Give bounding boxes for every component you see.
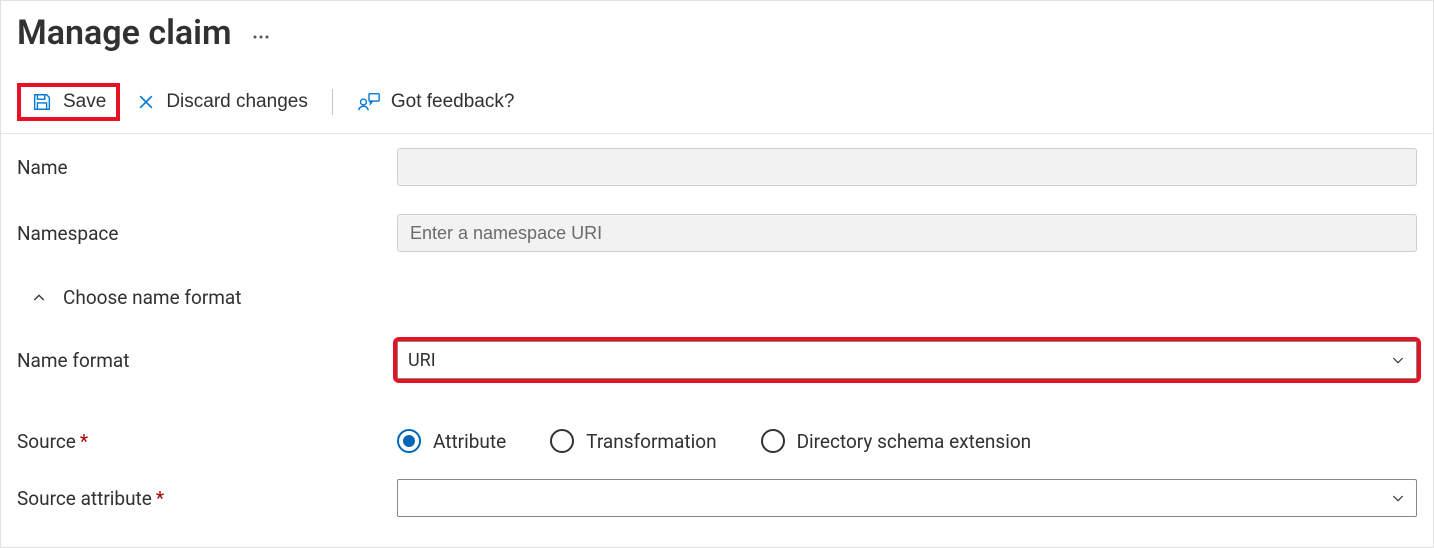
page-title: Manage claim: [17, 13, 250, 53]
source-radio-group: Attribute Transformation Directory schem…: [397, 429, 1417, 453]
discard-button[interactable]: Discard changes: [126, 85, 318, 119]
name-input[interactable]: [397, 148, 1417, 186]
save-button[interactable]: Save: [17, 83, 120, 121]
row-namespace: Namespace: [1, 200, 1433, 266]
label-namespace: Namespace: [17, 222, 397, 245]
choose-name-format-toggle[interactable]: Choose name format: [1, 266, 1433, 327]
chevron-up-icon: [31, 290, 47, 306]
radio-transformation-label: Transformation: [586, 430, 716, 453]
close-icon: [136, 92, 156, 112]
claim-form: Name Namespace Choose name format Name f…: [1, 134, 1433, 531]
row-source: Source * Attribute Transformation Direct…: [1, 393, 1433, 459]
row-name: Name: [1, 134, 1433, 200]
save-button-label: Save: [63, 91, 106, 113]
more-actions-button[interactable]: [250, 30, 272, 44]
label-source-text: Source: [17, 430, 76, 453]
label-source: Source *: [17, 430, 397, 453]
radio-attribute[interactable]: Attribute: [397, 429, 506, 453]
ellipsis-icon: [252, 34, 270, 40]
row-name-format: Name format URI: [1, 327, 1433, 393]
source-attribute-select[interactable]: [397, 479, 1417, 517]
radio-dot: [403, 435, 415, 447]
radio-directory-schema-extension-label: Directory schema extension: [797, 430, 1032, 453]
label-source-attribute-text: Source attribute: [17, 487, 152, 510]
radio-transformation[interactable]: Transformation: [550, 429, 716, 453]
namespace-input[interactable]: [397, 214, 1417, 252]
name-format-select[interactable]: URI: [397, 341, 1417, 379]
page-header: Manage claim: [1, 1, 1433, 59]
chevron-down-icon: [1390, 352, 1406, 368]
required-mark: *: [80, 430, 88, 453]
radio-circle: [761, 429, 785, 453]
row-source-attribute: Source attribute *: [1, 459, 1433, 531]
radio-circle: [397, 429, 421, 453]
label-source-attribute: Source attribute *: [17, 487, 397, 510]
command-bar: Save Discard changes Got feedback?: [1, 59, 1433, 134]
radio-directory-schema-extension[interactable]: Directory schema extension: [761, 429, 1032, 453]
feedback-icon: [357, 91, 381, 113]
feedback-button[interactable]: Got feedback?: [347, 85, 525, 119]
save-icon: [31, 91, 53, 113]
discard-button-label: Discard changes: [166, 91, 308, 113]
toolbar-separator: [332, 89, 333, 115]
name-format-value: URI: [408, 350, 436, 371]
radio-attribute-label: Attribute: [433, 430, 506, 453]
label-name: Name: [17, 156, 397, 179]
choose-name-format-label: Choose name format: [63, 286, 241, 309]
feedback-button-label: Got feedback?: [391, 91, 515, 113]
required-mark: *: [156, 487, 164, 510]
radio-circle: [550, 429, 574, 453]
chevron-down-icon: [1390, 490, 1406, 506]
label-name-format: Name format: [17, 349, 397, 372]
